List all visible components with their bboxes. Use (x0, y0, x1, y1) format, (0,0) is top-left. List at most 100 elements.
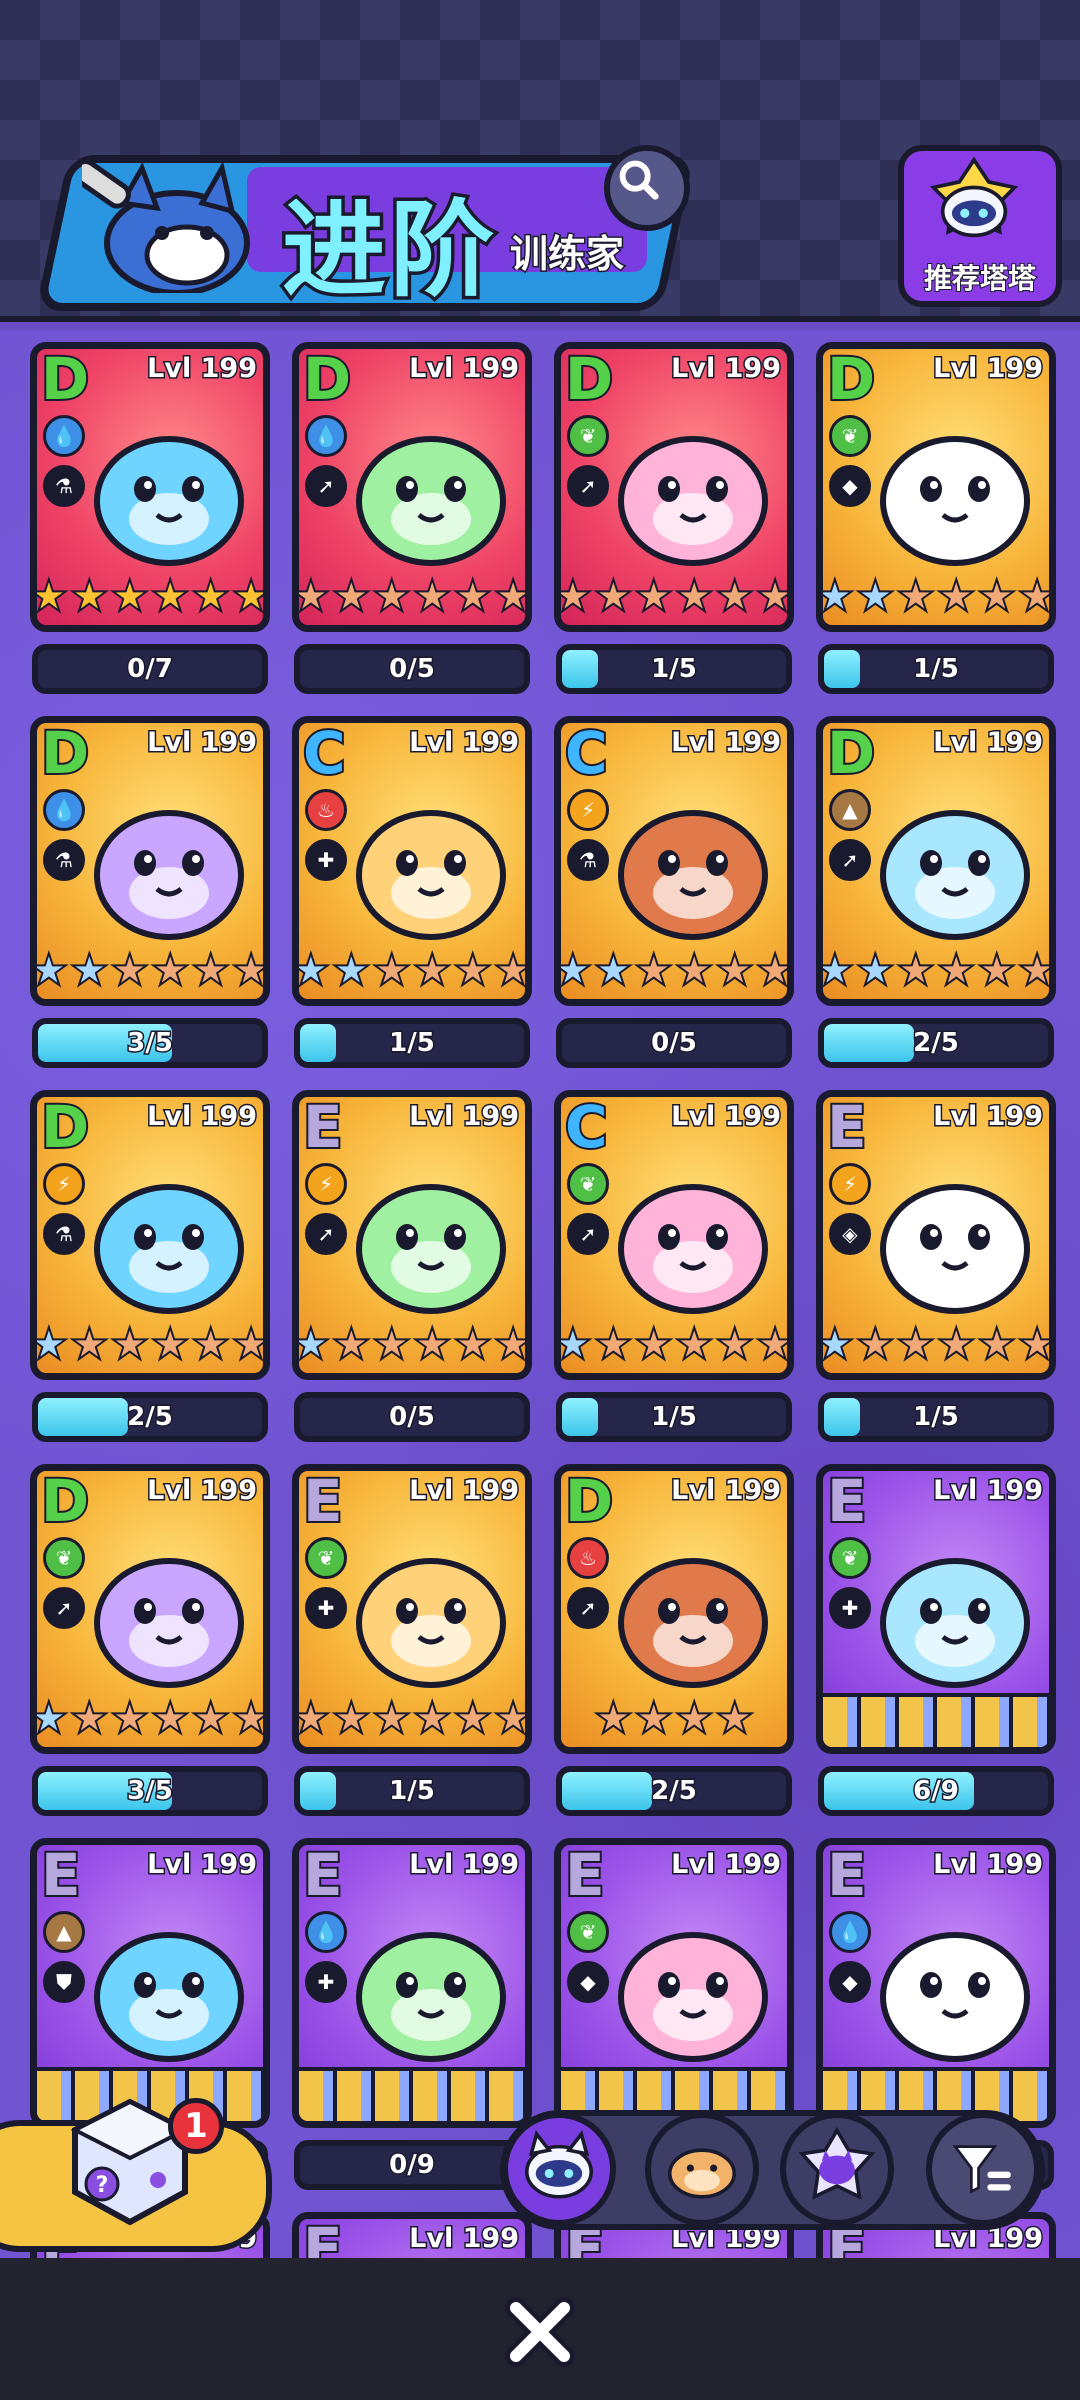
bronze-star-icon: ★ (935, 1319, 976, 1370)
bronze-star-icon: ★ (452, 1319, 493, 1370)
bronze-star-icon: ★ (714, 945, 755, 996)
bronze-star-icon: ★ (754, 945, 794, 996)
close-icon (505, 2297, 575, 2367)
shield-role-icon: ⛊ (43, 1961, 85, 2003)
grade-letter: E (301, 1841, 345, 1911)
nav-cat-robot-button[interactable] (502, 2112, 616, 2226)
recommend-tower-button[interactable]: 推荐塔塔 (898, 145, 1062, 307)
bronze-star-icon: ★ (331, 1319, 372, 1370)
header-divider (0, 316, 1080, 322)
creature-portrait (94, 1932, 244, 2062)
creature-portrait (94, 1184, 244, 1314)
grass-element-icon: ❦ (829, 1537, 871, 1579)
creature-card[interactable]: E Lvl 199 ❦ ✚ (816, 1464, 1056, 1754)
creature-card[interactable]: E Lvl 199 ❦ ✚ ★ ★ ★ ★ ★ ★ (292, 1464, 532, 1754)
level-label: Lvl 199 (408, 1100, 521, 1134)
creature-portrait (618, 436, 768, 566)
fire-element-icon: ♨ (305, 789, 347, 831)
grade-letter: E (825, 1467, 869, 1537)
plus-role-icon: ✚ (305, 1587, 347, 1629)
grass-element-icon: ❦ (829, 415, 871, 457)
creature-card[interactable]: E Lvl 199 💧 ✚ (292, 1838, 532, 2128)
nav-hamster-button[interactable] (645, 2112, 759, 2226)
grade-letter: E (39, 1841, 83, 1911)
creature-card[interactable]: D Lvl 199 ⚡ ⚗ ★ ★ ★ ★ ★ ★ (30, 1090, 270, 1380)
evolve-progress-bar: 1/5 (294, 1018, 530, 1068)
runner-role-icon: ➚ (43, 1587, 85, 1629)
progress-text: 1/5 (912, 1401, 961, 1434)
eye-role-icon: ◈ (829, 1213, 871, 1255)
bronze-star-icon: ★ (1016, 945, 1056, 996)
creature-card[interactable]: C Lvl 199 ♨ ✚ ★ ★ ★ ★ ★ ★ (292, 716, 532, 1006)
creature-card[interactable]: D Lvl 199 ♨ ➚ ★ ★ ★ ★ (554, 1464, 794, 1754)
creature-card[interactable]: C Lvl 199 ❦ ➚ ★ ★ ★ ★ ★ ★ (554, 1090, 794, 1380)
nav-purple-cat-button[interactable] (780, 2112, 894, 2226)
creature-card[interactable]: E Lvl 199 ⚡ ◈ ★ ★ ★ ★ ★ ★ (816, 1090, 1056, 1380)
level-label: Lvl 199 (670, 1100, 783, 1134)
bronze-star-icon: ★ (895, 571, 936, 622)
grade-letter: D (563, 1467, 615, 1537)
bronze-star-icon: ★ (935, 945, 976, 996)
grass-element-icon: ❦ (567, 415, 609, 457)
star-rating: ★ ★ ★ ★ ★ ★ (37, 1317, 263, 1373)
star-rating: ★ ★ ★ ★ ★ ★ (299, 569, 525, 625)
earth-element-icon: ▲ (43, 1911, 85, 1953)
blue-star-icon: ★ (593, 945, 634, 996)
grade-letter: E (301, 1467, 345, 1537)
water-element-icon: 💧 (43, 415, 85, 457)
creature-grid: D Lvl 199 💧 ⚗ ★ ★ ★ ★ ★ ★ 0/7 D Lvl 199 💧 ➚ ★ ★ ★ ★ ★ ★ 0/5 D L… (0, 330, 1080, 2260)
grade-letter: D (825, 345, 877, 415)
grade-letter: E (825, 1093, 869, 1163)
page-title: 进阶 (278, 186, 499, 315)
creature-card[interactable]: D Lvl 199 💧 ⚗ ★ ★ ★ ★ ★ ★ (30, 342, 270, 632)
creature-card[interactable]: E Lvl 199 ⚡ ➚ ★ ★ ★ ★ ★ ★ (292, 1090, 532, 1380)
close-button[interactable] (500, 2292, 580, 2372)
gold-star-icon: ★ (190, 571, 231, 622)
grass-element-icon: ❦ (567, 1911, 609, 1953)
level-label: Lvl 199 (670, 1474, 783, 1508)
grass-element-icon: ❦ (305, 1537, 347, 1579)
bolt-element-icon: ⚡ (567, 789, 609, 831)
grade-letter: E (301, 2215, 345, 2260)
creature-card[interactable]: D Lvl 199 ❦ ➚ ★ ★ ★ ★ ★ ★ (554, 342, 794, 632)
bronze-star-icon: ★ (714, 1319, 755, 1370)
plus-role-icon: ✚ (829, 1587, 871, 1629)
grade-letter: C (301, 719, 348, 789)
bronze-star-icon: ★ (292, 571, 332, 622)
bronze-star-icon: ★ (411, 945, 452, 996)
level-label: Lvl 199 (932, 1848, 1045, 1882)
blue-star-icon: ★ (554, 945, 594, 996)
bronze-star-icon: ★ (492, 945, 532, 996)
blue-star-icon: ★ (331, 945, 372, 996)
creature-card[interactable]: D Lvl 199 💧 ➚ ★ ★ ★ ★ ★ ★ (292, 342, 532, 632)
search-button[interactable] (604, 145, 690, 231)
star-rating: ★ ★ ★ ★ ★ ★ (561, 1317, 787, 1373)
fire-element-icon: ♨ (567, 1537, 609, 1579)
blue-star-icon: ★ (30, 1693, 70, 1744)
creature-portrait (94, 810, 244, 940)
creature-card[interactable]: D Lvl 199 ▲ ➚ ★ ★ ★ ★ ★ ★ (816, 716, 1056, 1006)
creature-card[interactable]: E Lvl 199 💧 ◆ (816, 1838, 1056, 2128)
creature-card[interactable]: E Lvl 199 ▲ ⛊ (30, 1838, 270, 2128)
creature-card[interactable]: C Lvl 199 ⚡ ⚗ ★ ★ ★ ★ ★ ★ (554, 716, 794, 1006)
bronze-star-icon: ★ (109, 1319, 150, 1370)
creature-card[interactable]: Lvl 199 E (292, 2212, 532, 2260)
filter-button[interactable] (926, 2112, 1040, 2226)
progress-text: 0/7 (126, 653, 175, 686)
creature-card[interactable]: D Lvl 199 ❦ ➚ ★ ★ ★ ★ ★ ★ (30, 1464, 270, 1754)
creature-portrait (880, 1558, 1030, 1688)
creature-portrait (880, 436, 1030, 566)
blue-star-icon: ★ (816, 945, 856, 996)
level-label: Lvl 199 (146, 726, 259, 760)
svg-text:?: ? (96, 2173, 109, 2198)
creature-card[interactable]: D Lvl 199 ❦ ◆ ★ ★ ★ ★ ★ ★ (816, 342, 1056, 632)
creature-card[interactable]: D Lvl 199 💧 ⚗ ★ ★ ★ ★ ★ ★ (30, 716, 270, 1006)
grass-element-icon: ❦ (567, 1163, 609, 1205)
level-label: Lvl 199 (670, 1848, 783, 1882)
progress-text: 2/5 (650, 1775, 699, 1808)
gold-star-icon: ★ (149, 571, 190, 622)
grade-letter: D (39, 345, 91, 415)
creature-portrait (94, 1558, 244, 1688)
creature-card[interactable]: E Lvl 199 ❦ ◆ (554, 1838, 794, 2128)
bronze-star-icon: ★ (411, 1693, 452, 1744)
